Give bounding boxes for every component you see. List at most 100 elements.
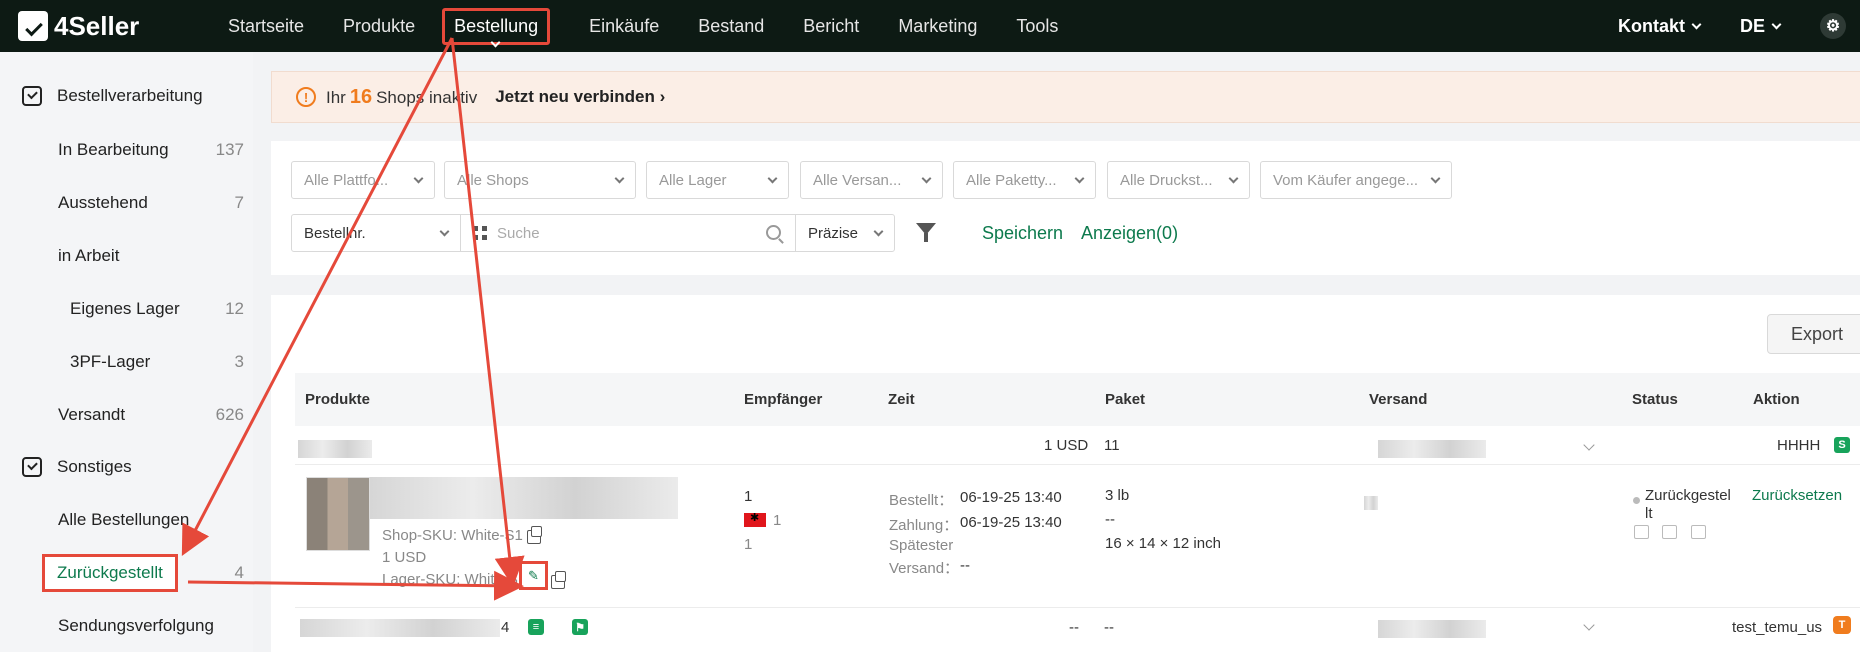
recipient-extra: 1 bbox=[744, 536, 753, 553]
order-id-blurred bbox=[298, 440, 372, 458]
filter-icon[interactable] bbox=[916, 223, 936, 242]
reconnect-link[interactable]: Jetzt neu verbinden › bbox=[495, 87, 665, 107]
top-navigation-bar: 4Seller Startseite Produkte Bestellung E… bbox=[0, 0, 1860, 52]
next-store: test_temu_us bbox=[1732, 619, 1823, 636]
logo-icon bbox=[18, 11, 48, 41]
latest-ship-label-2: Versand： bbox=[889, 560, 960, 577]
edit-icon[interactable]: ✎ bbox=[519, 561, 548, 590]
search-input[interactable]: Suche bbox=[460, 214, 796, 252]
scan-icon bbox=[473, 226, 487, 240]
export-button[interactable]: Export bbox=[1767, 314, 1860, 354]
shop-sku: Shop-SKU: White-S1 bbox=[382, 527, 523, 544]
sidebar-group-bestellverarbeitung[interactable]: Bestellverarbeitung bbox=[22, 86, 203, 106]
group-package-count: 11 bbox=[1104, 437, 1120, 454]
store-tag: S bbox=[1834, 437, 1850, 453]
package-type-select[interactable]: Alle Paketty... bbox=[953, 161, 1096, 199]
nav-tools[interactable]: Tools bbox=[1016, 0, 1058, 52]
sidebar-item-ausstehend[interactable]: Ausstehend 7 bbox=[58, 193, 244, 213]
sidebar-item-alle-bestellungen[interactable]: Alle Bestellungen bbox=[58, 510, 244, 530]
next-dash-2: -- bbox=[1104, 619, 1114, 636]
orders-panel bbox=[271, 295, 1860, 652]
col-paket: Paket bbox=[1105, 391, 1146, 408]
next-shipping-blurred[interactable] bbox=[1378, 620, 1486, 638]
shipping-select-blurred[interactable] bbox=[1378, 440, 1486, 458]
platform-select[interactable]: Alle Plattfo... bbox=[291, 161, 435, 199]
chevron-down-icon bbox=[1771, 19, 1782, 29]
nav-bestand[interactable]: Bestand bbox=[698, 0, 764, 52]
paid-time: 06-19-25 13:40 bbox=[960, 514, 1062, 531]
nav-startseite[interactable]: Startseite bbox=[228, 0, 304, 52]
next-order-id-suffix: 4 bbox=[501, 619, 510, 636]
banner-text: Ihr 16 Shops inaktiv bbox=[326, 85, 478, 108]
recipient-qty: 1 bbox=[744, 488, 753, 505]
search-icon[interactable] bbox=[766, 225, 781, 240]
sidebar-item-sendungsverfolgung[interactable]: Sendungsverfolgung bbox=[58, 616, 244, 636]
temu-store-tag: T bbox=[1833, 616, 1851, 634]
contact-menu[interactable]: Kontakt bbox=[1618, 16, 1702, 37]
sidebar-item-in-bearbeitung[interactable]: In Bearbeitung 137 bbox=[58, 140, 244, 160]
col-empfaenger: Empfänger bbox=[744, 391, 823, 408]
nav-einkaeufe[interactable]: Einkäufe bbox=[589, 0, 659, 52]
sidebar-item-3pf-lager[interactable]: 3PF-Lager 3 bbox=[70, 352, 244, 372]
product-title-blurred[interactable] bbox=[370, 477, 678, 519]
save-filter-link[interactable]: Speichern bbox=[982, 223, 1063, 244]
package-dash: -- bbox=[1105, 511, 1115, 528]
nav-marketing[interactable]: Marketing bbox=[898, 0, 977, 52]
nav-produkte[interactable]: Produkte bbox=[343, 0, 415, 52]
copy-icon[interactable] bbox=[551, 571, 566, 589]
sidebar-group-sonstiges[interactable]: Sonstiges bbox=[22, 457, 132, 477]
shop-select[interactable]: Alle Shops bbox=[444, 161, 636, 199]
col-produkte: Produkte bbox=[305, 391, 371, 408]
recipient-flag-count: 1 bbox=[773, 512, 782, 529]
shipping-select[interactable]: Alle Versan... bbox=[800, 161, 943, 199]
package-dimensions: 16 × 14 × 12 inch bbox=[1105, 535, 1221, 552]
group-store: HHHH bbox=[1777, 437, 1821, 454]
sidebar-item-in-arbeit[interactable]: in Arbeit bbox=[58, 246, 244, 266]
language-menu[interactable]: DE bbox=[1740, 16, 1782, 37]
message-icon[interactable]: ≡ bbox=[528, 619, 544, 635]
buyer-specified-select[interactable]: Vom Käufer angege... bbox=[1260, 161, 1452, 199]
row-divider bbox=[295, 464, 1860, 465]
printer-icon[interactable] bbox=[1662, 525, 1677, 539]
product-price: 1 USD bbox=[382, 549, 427, 566]
match-mode-select[interactable]: Präzise bbox=[795, 214, 895, 252]
shipping-blurred bbox=[1364, 496, 1378, 510]
flag-marker-icon[interactable]: ⚑ bbox=[572, 619, 588, 635]
ordered-time: 06-19-25 13:40 bbox=[960, 489, 1062, 506]
print-status-select[interactable]: Alle Druckst... bbox=[1107, 161, 1250, 199]
chevron-down-icon bbox=[1691, 19, 1702, 29]
clipboard-check-icon bbox=[22, 86, 42, 106]
col-zeit: Zeit bbox=[888, 391, 915, 408]
printer-icon[interactable] bbox=[1634, 525, 1649, 539]
order-status: Zurückgestel lt bbox=[1645, 487, 1731, 522]
group-amount: 1 USD bbox=[1044, 437, 1089, 454]
brand-name: 4Seller bbox=[54, 10, 140, 41]
inactive-count: 16 bbox=[349, 85, 373, 108]
copy-icon[interactable] bbox=[527, 526, 542, 544]
next-dash-1: -- bbox=[1069, 619, 1079, 636]
nav-bestellung[interactable]: Bestellung bbox=[442, 0, 551, 52]
warehouse-select[interactable]: Alle Lager bbox=[646, 161, 789, 199]
gear-icon[interactable]: ⚙ bbox=[1820, 13, 1846, 39]
paid-label: Zahlung： bbox=[889, 517, 959, 534]
show-saved-link[interactable]: Anzeigen(0) bbox=[1081, 223, 1178, 244]
col-status: Status bbox=[1632, 391, 1678, 408]
warning-icon: ! bbox=[296, 87, 316, 107]
product-thumbnail[interactable] bbox=[306, 477, 370, 551]
brand-logo[interactable]: 4Seller bbox=[18, 11, 228, 42]
table-header: Produkte Empfänger Zeit Paket Versand St… bbox=[295, 373, 1860, 426]
reset-action[interactable]: Zurücksetzen bbox=[1752, 487, 1842, 504]
search-field-select[interactable]: Bestellnr. bbox=[291, 214, 461, 252]
package-weight: 3 lb bbox=[1105, 487, 1130, 504]
clipboard-check-icon bbox=[22, 457, 42, 477]
flag-icon bbox=[744, 511, 766, 527]
sidebar-item-versandt[interactable]: Versandt 626 bbox=[58, 405, 244, 425]
sidebar-item-zurueckgestellt[interactable]: Zurückgestellt 4 bbox=[42, 554, 244, 592]
sidebar-item-eigenes-lager[interactable]: Eigenes Lager 12 bbox=[70, 299, 244, 319]
printer-icon[interactable] bbox=[1691, 525, 1706, 539]
main-nav: Startseite Produkte Bestellung Einkäufe … bbox=[228, 0, 1097, 52]
next-order-id-blurred bbox=[300, 619, 500, 637]
nav-bericht[interactable]: Bericht bbox=[803, 0, 859, 52]
row-divider bbox=[295, 607, 1860, 608]
col-aktion: Aktion bbox=[1753, 391, 1800, 408]
